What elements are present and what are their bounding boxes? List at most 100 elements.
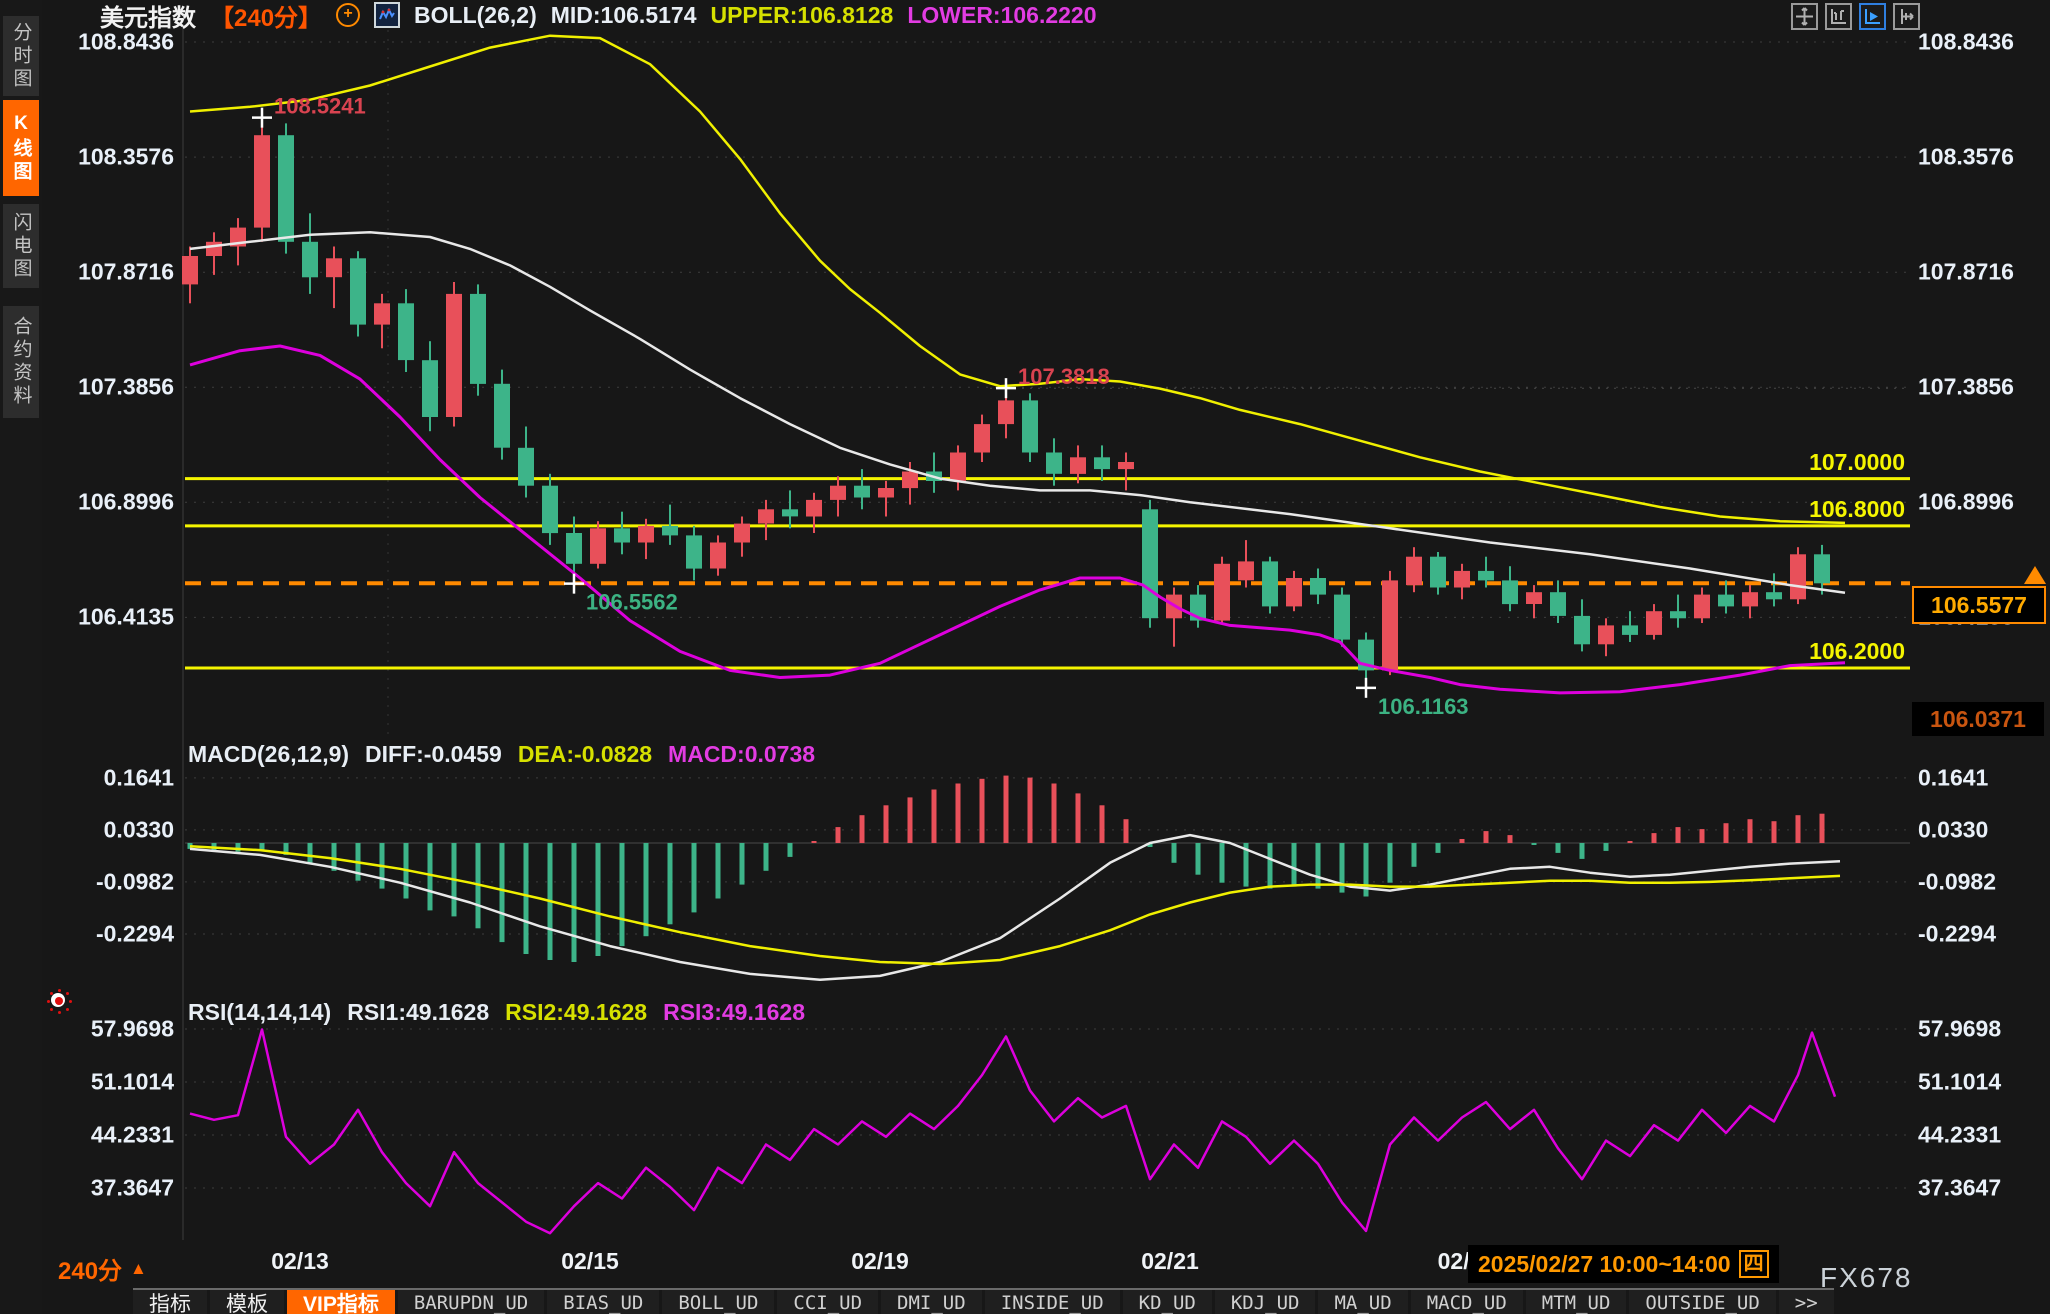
tab-macd_ud[interactable]: MACD_UD	[1411, 1290, 1523, 1314]
macd-histogram-bar	[1820, 814, 1825, 843]
swing-price-annotation: 106.1163	[1378, 694, 1469, 719]
tab-ma_ud[interactable]: MA_UD	[1318, 1290, 1407, 1314]
macd-histogram-bar	[1004, 776, 1009, 843]
macd-histogram-bar	[740, 843, 745, 885]
tab-kd_ud[interactable]: KD_UD	[1123, 1290, 1212, 1314]
macd-histogram-bar	[788, 843, 793, 857]
sidebar-item-flash-chart[interactable]: 闪电图	[3, 204, 39, 288]
price-axis-label: 108.8436	[64, 29, 174, 56]
red-alarm-sun-icon[interactable]	[46, 988, 72, 1014]
sidebar-item-candle-chart[interactable]: K线图	[3, 100, 39, 196]
indicator-tab-bar: 指标模板VIP指标BARUPDN_UDBIAS_UDBOLL_UDCCI_UDD…	[133, 1288, 1834, 1314]
macd-diff-line	[190, 835, 1840, 980]
boll-params-label: BOLL(26,2)	[414, 2, 537, 29]
macd-histogram-bar	[1484, 831, 1489, 843]
macd-histogram-bar	[1700, 829, 1705, 843]
axis-shift-icon[interactable]	[1893, 3, 1920, 30]
candles	[182, 118, 1830, 688]
chart-canvas[interactable]: 108.5241107.3818106.5562106.1163	[0, 0, 2050, 1314]
rsi3-value: RSI3:49.1628	[663, 999, 805, 1026]
line-chart-icon[interactable]	[374, 2, 400, 28]
tab--[interactable]: 模板	[210, 1290, 284, 1314]
x-axis-tick-label: 02/15	[520, 1248, 660, 1275]
boll-mid-value: MID:106.5174	[551, 2, 697, 29]
tab-outside_ud[interactable]: OUTSIDE_UD	[1629, 1290, 1775, 1314]
sidebar-item-label: 闪电图	[8, 212, 35, 281]
price-axis-label: 108.8436	[1918, 29, 2028, 56]
price-axis-label: 106.8996	[1918, 489, 2028, 516]
macd-histogram-bar	[1316, 843, 1321, 889]
macd-histogram-bar	[236, 843, 241, 852]
boll-upper-value: UPPER:106.8128	[710, 2, 893, 29]
tab--[interactable]: 指标	[133, 1290, 207, 1314]
period-label: 240分	[58, 1251, 122, 1286]
tab-dmi_ud[interactable]: DMI_UD	[881, 1290, 982, 1314]
tab-barupdn_ud[interactable]: BARUPDN_UD	[398, 1290, 544, 1314]
macd-title: MACD(26,12,9)	[188, 741, 349, 768]
add-compare-icon[interactable]: +	[336, 3, 360, 27]
tab->>[interactable]: >>	[1779, 1290, 1834, 1314]
macd-histogram-bar	[572, 843, 577, 962]
sr-level-label: 107.0000	[1790, 449, 1905, 476]
price-axis-label: 107.3856	[64, 374, 174, 401]
macd-histogram-bar	[860, 815, 865, 843]
rsi-title: RSI(14,14,14)	[188, 999, 331, 1026]
macd-histogram-bar	[668, 843, 673, 924]
macd-histogram-bar	[500, 843, 505, 942]
macd-dea-line	[190, 846, 1840, 964]
chart-type-sidebar: 分时图 K线图 闪电图 合约资料	[0, 0, 42, 1314]
current-price-arrow-icon	[2024, 566, 2046, 584]
macd-dea-value: DEA:-0.0828	[518, 741, 652, 768]
macd-histogram-bar	[692, 843, 697, 912]
macd-histogram-bar	[1724, 823, 1729, 843]
macd-histogram-bar	[1124, 819, 1129, 843]
pan-crosshair-icon[interactable]	[1791, 3, 1818, 30]
tab-kdj_ud[interactable]: KDJ_UD	[1215, 1290, 1316, 1314]
rsi-axis-label: 37.3647	[1918, 1175, 2028, 1202]
rsi2-value: RSI2:49.1628	[505, 999, 647, 1026]
sidebar-item-label: 合约资料	[8, 316, 35, 408]
tab-inside_ud[interactable]: INSIDE_UD	[985, 1290, 1120, 1314]
rsi1-value: RSI1:49.1628	[347, 999, 489, 1026]
axis-play-icon[interactable]	[1859, 3, 1886, 30]
tab-cci_ud[interactable]: CCI_UD	[777, 1290, 878, 1314]
sidebar-item-label: K线图	[8, 113, 35, 184]
sidebar-item-contract-info[interactable]: 合约资料	[3, 306, 39, 418]
macd-histogram-bar	[1388, 843, 1393, 883]
tab-vip-[interactable]: VIP指标	[287, 1290, 395, 1314]
chart-header: 美元指数 【240分】 + BOLL(26,2) MID:106.5174 UP…	[100, 0, 1097, 30]
chart-window: 108.5241107.3818106.5562106.1163 美元指数 【2…	[0, 0, 2050, 1314]
macd-histogram-bar	[884, 805, 889, 843]
macd-histogram-bar	[836, 827, 841, 843]
tab-mtm_ud[interactable]: MTM_UD	[1526, 1290, 1627, 1314]
macd-histogram-bar	[956, 784, 961, 844]
axis-bars-icon[interactable]	[1825, 3, 1852, 30]
bar-time-range-box: 2025/02/27 10:00~14:00 四	[1468, 1245, 1779, 1283]
sidebar-item-label: 分时图	[8, 22, 35, 91]
price-axis-label: 106.4135	[64, 604, 174, 631]
sr-level-label: 106.2000	[1790, 638, 1905, 665]
macd-histogram-bar	[716, 843, 721, 899]
chart-toolbar	[1791, 3, 1920, 30]
swing-price-annotation: 107.3818	[1018, 364, 1110, 389]
period-selector[interactable]: 240分 ▲	[58, 1251, 147, 1286]
tab-boll_ud[interactable]: BOLL_UD	[662, 1290, 774, 1314]
tab-bias_ud[interactable]: BIAS_UD	[547, 1290, 659, 1314]
rsi-axis-label: 51.1014	[1918, 1069, 2028, 1096]
x-axis-tick-label: 02/13	[230, 1248, 370, 1275]
macd-histogram-bar	[620, 843, 625, 946]
macd-diff-value: DIFF:-0.0459	[365, 741, 502, 768]
macd-histogram-bar	[1796, 815, 1801, 843]
sidebar-item-timeline-chart[interactable]: 分时图	[3, 16, 39, 96]
period-tag[interactable]: 【240分】	[210, 0, 322, 33]
macd-histogram-bar	[908, 797, 913, 843]
macd-header: MACD(26,12,9) DIFF:-0.0459 DEA:-0.0828 M…	[188, 741, 815, 768]
rsi-axis-label: 57.9698	[64, 1016, 174, 1043]
macd-histogram-bar	[1508, 835, 1513, 843]
price-axis-label: 107.8716	[1918, 259, 2028, 286]
bar-time-range: 2025/02/27 10:00~14:00	[1478, 1251, 1731, 1278]
x-axis-tick-label: 02/21	[1100, 1248, 1240, 1275]
macd-axis-label: -0.2294	[1918, 921, 2028, 948]
x-axis-tick-label: 02/19	[810, 1248, 950, 1275]
rsi-line	[190, 1030, 1835, 1234]
